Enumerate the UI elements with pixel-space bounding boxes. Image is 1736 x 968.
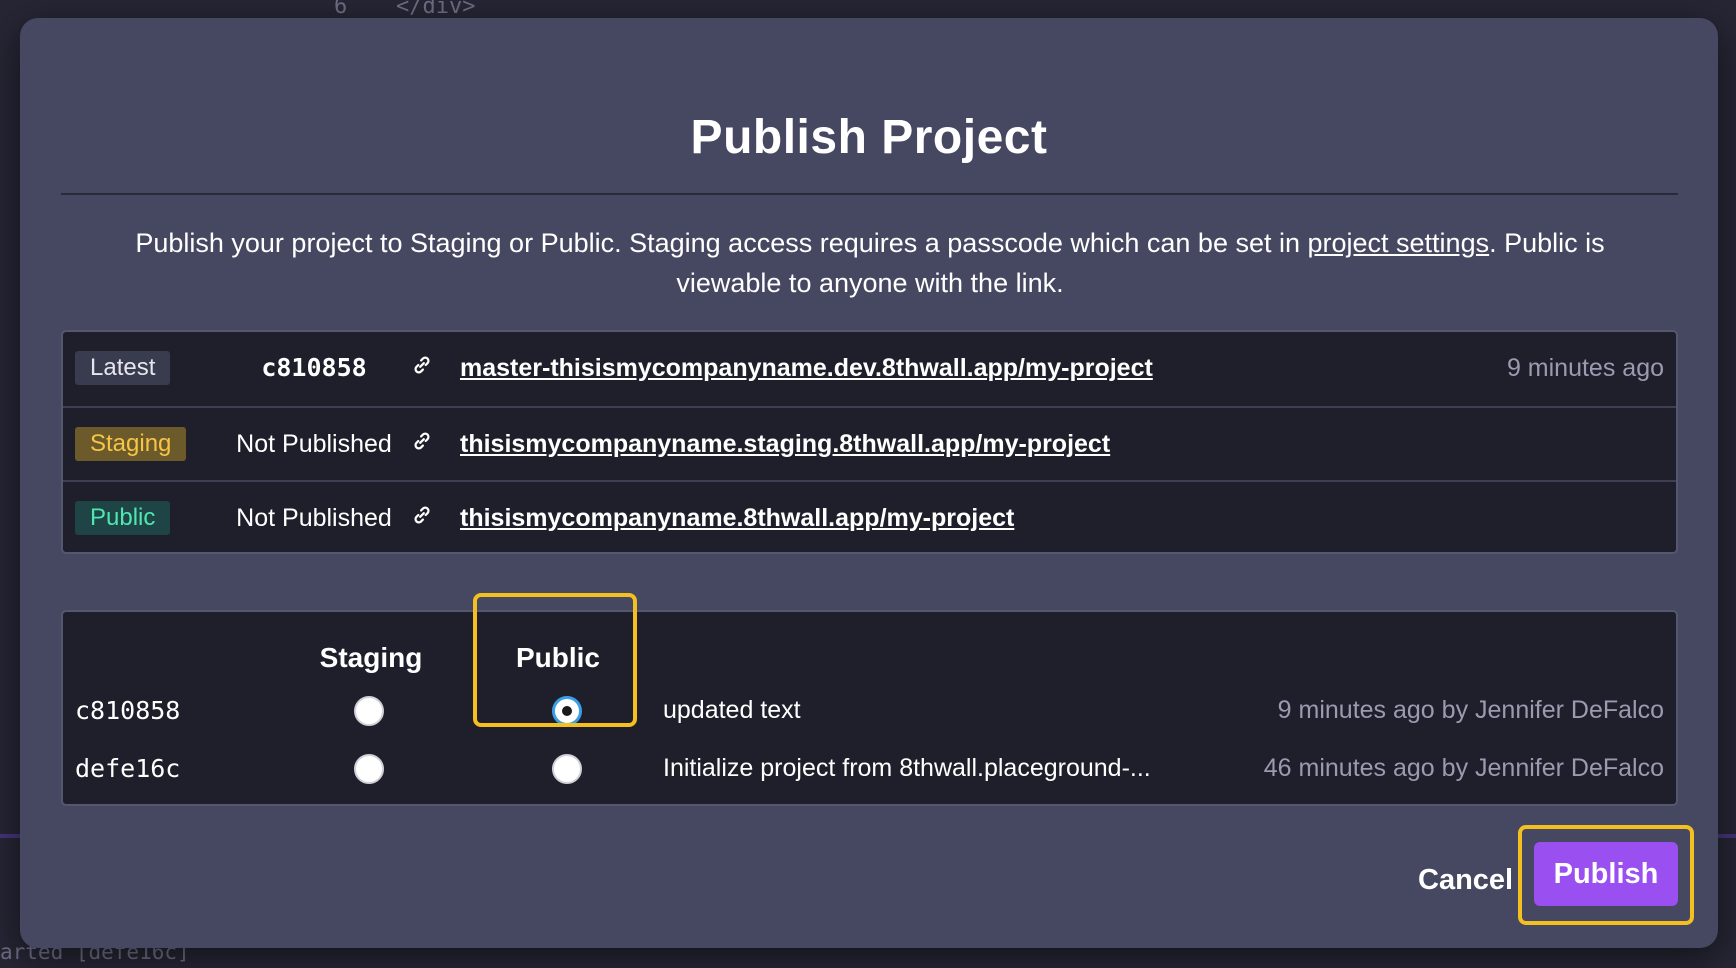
title-divider — [61, 193, 1678, 195]
commit-message: updated text — [663, 696, 801, 724]
latest-commit-hash: c810858 — [261, 353, 367, 382]
status-row-staging: Staging Not Published thisismycompanynam… — [63, 406, 1676, 480]
public-radio-defe16c[interactable] — [552, 754, 582, 784]
modal-description: Publish your project to Staging or Publi… — [135, 228, 1605, 298]
latest-time: 9 minutes ago — [1506, 354, 1664, 382]
commit-publish-table: Staging Public c810858 updated text 9 mi… — [61, 610, 1678, 806]
link-icon — [414, 356, 430, 374]
latest-badge: Latest — [75, 351, 171, 385]
status-row-public: Public Not Published thisismycompanyname… — [63, 480, 1676, 554]
modal-title: Publish Project — [690, 111, 1048, 164]
public-status: Not Published — [236, 504, 392, 532]
cancel-button[interactable]: Cancel — [1418, 858, 1513, 902]
commit-hash: c810858 — [75, 696, 181, 725]
public-url-link[interactable]: thisismycompanyname.8thwall.app/my-proje… — [460, 500, 1014, 536]
public-radio-c810858[interactable] — [552, 696, 582, 726]
staging-status: Not Published — [236, 430, 392, 458]
publish-project-modal: Publish Project Publish your project to … — [20, 18, 1718, 948]
staging-badge: Staging — [75, 427, 187, 461]
staging-url-link[interactable]: thisismycompanyname.staging.8thwall.app/… — [460, 426, 1110, 462]
public-badge: Public — [75, 501, 171, 535]
commit-meta: 46 minutes ago by Jennifer DeFalco — [1263, 754, 1664, 782]
commit-meta: 9 minutes ago by Jennifer DeFalco — [1277, 696, 1664, 724]
publish-status-table: Latest c810858 master-thisismycompanynam… — [61, 330, 1678, 554]
link-icon — [414, 506, 430, 524]
link-icon — [414, 432, 430, 450]
column-header-public: Public — [515, 642, 600, 673]
project-settings-link[interactable]: project settings — [1308, 228, 1490, 258]
commit-hash: defe16c — [75, 754, 181, 783]
latest-url-link[interactable]: master-thisismycompanyname.dev.8thwall.a… — [460, 350, 1153, 386]
status-row-latest: Latest c810858 master-thisismycompanynam… — [63, 332, 1676, 406]
bg-code-snippet: </div> — [396, 0, 476, 19]
staging-radio-defe16c[interactable] — [354, 754, 384, 784]
staging-radio-c810858[interactable] — [354, 696, 384, 726]
commit-message: Initialize project from 8thwall.placegro… — [663, 754, 1151, 782]
publish-button[interactable]: Publish — [1534, 842, 1678, 906]
bg-line-number: 6 — [334, 0, 348, 19]
column-header-staging: Staging — [319, 642, 423, 673]
